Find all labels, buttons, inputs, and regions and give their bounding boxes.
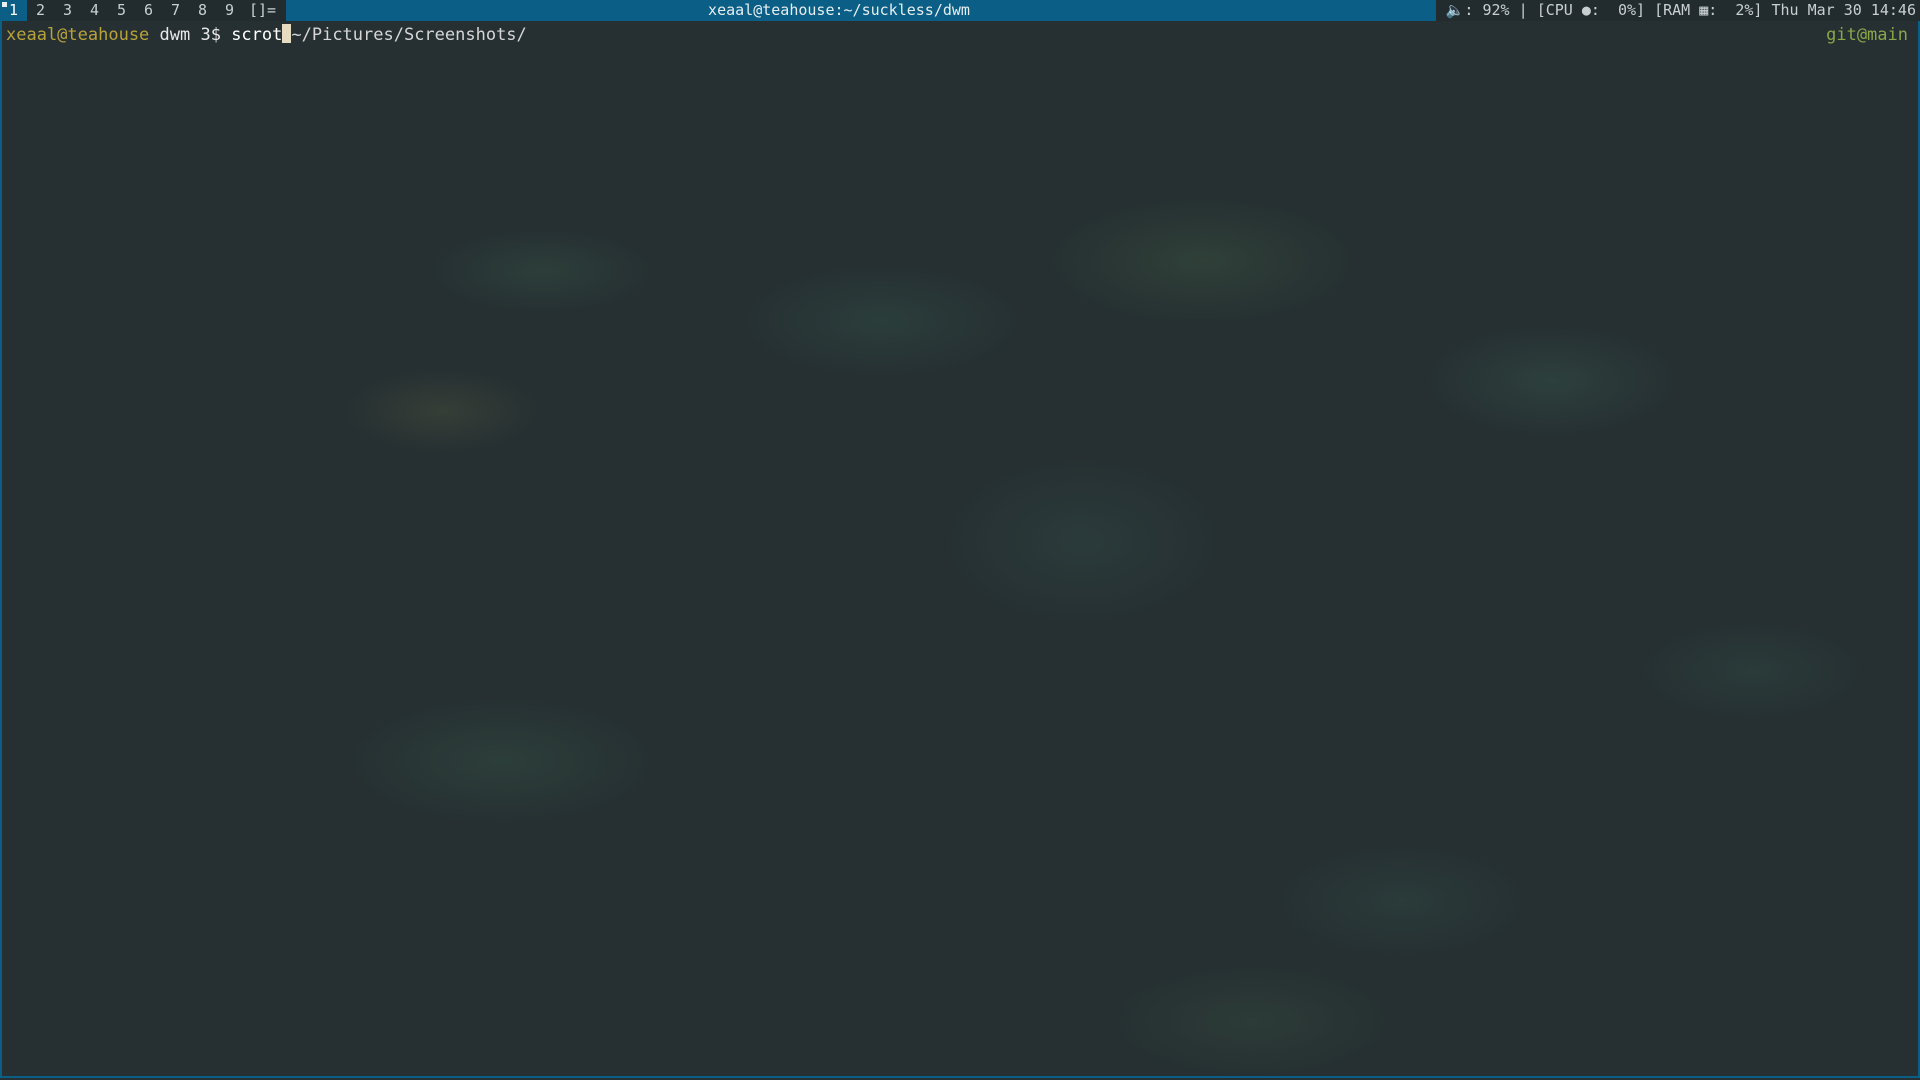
command-line[interactable]: xeaal@teahouse dwm 3$ scrot ~/Pictures/Sc… [6,24,527,46]
ram-status: [RAM ▦: 2%] [1645,1,1763,19]
typed-command: scrot [231,25,283,45]
terminal-window[interactable]: xeaal@teahouse dwm 3$ scrot ~/Pictures/Sc… [0,21,1920,1078]
system-status: 🔈: 92% | [CPU ●: 0%] [RAM ▦: 2%] Thu Mar… [1435,0,1920,21]
prompt-directory: dwm 3$ [149,25,232,45]
window-title: xeaal@teahouse:~/suckless/dwm [708,1,970,19]
status-separator: | [1509,1,1537,19]
prompt-user-host: xeaal@teahouse [6,25,150,45]
volume-status: 🔈: 92% [1445,1,1510,19]
status-bar: 1 2 3 4 5 6 7 8 9 []= xeaal@teahouse:~/s… [0,0,1920,21]
clock: Thu Mar 30 14:46 [1762,1,1916,19]
git-branch-indicator: git@main [1826,25,1908,45]
typed-argument: ~/Pictures/Screenshots/ [291,25,527,45]
cpu-status: [CPU ●: 0%] [1536,1,1646,19]
desktop: 1 2 3 4 5 6 7 8 9 []= xeaal@teahouse:~/s… [0,0,1920,1080]
